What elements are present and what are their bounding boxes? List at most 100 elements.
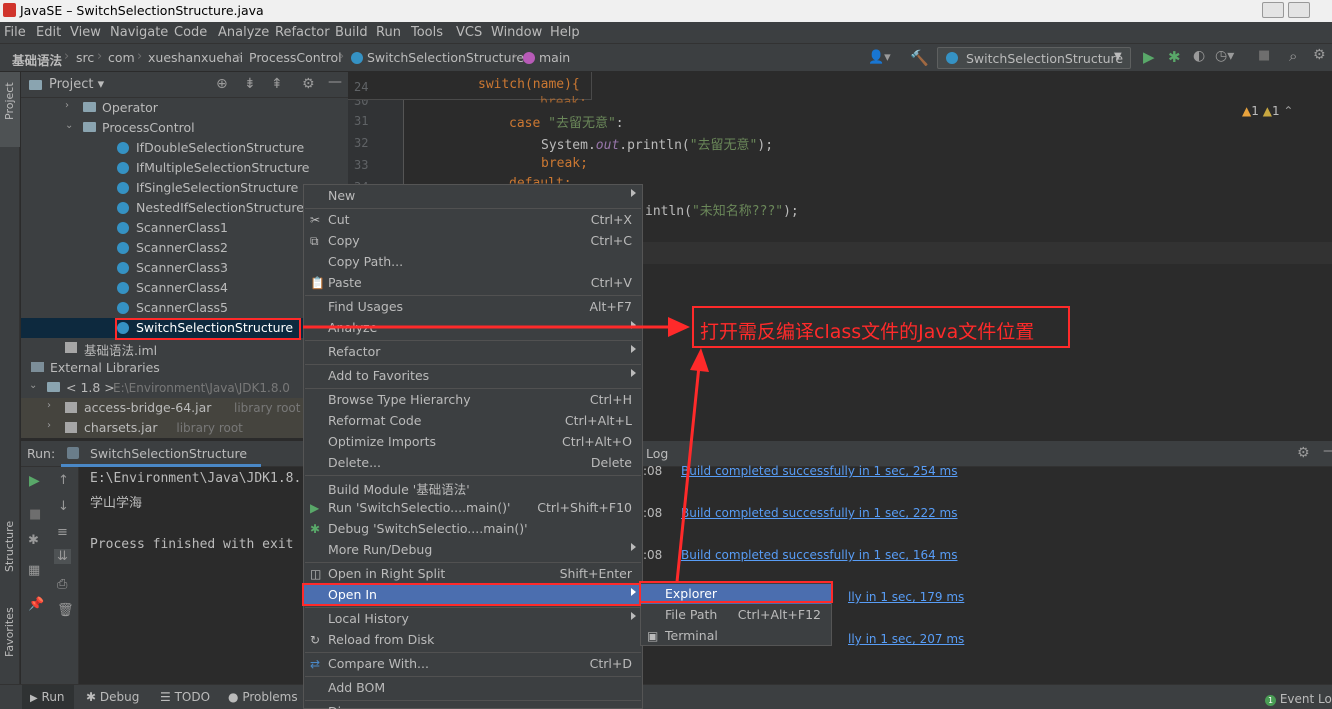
tree-item[interactable]: 基础语法.iml (21, 338, 348, 358)
menu-item-cut[interactable]: ✂ Cut Ctrl+X (304, 210, 642, 230)
breadcrumb-processcontrol[interactable]: ProcessControl (249, 50, 342, 65)
menu-item-more-run-debug[interactable]: More Run/Debug (304, 540, 642, 560)
tree-item[interactable]: ⌄ ProcessControl (21, 118, 348, 138)
build-log-link[interactable]: Build completed successfully in 1 sec, 2… (681, 506, 958, 520)
menu-tools[interactable]: Tools (411, 25, 443, 40)
menu-run[interactable]: Run (376, 25, 401, 40)
favorites-tool-label[interactable]: Favorites (3, 607, 16, 657)
profile-icon[interactable]: ◷▾ (1215, 48, 1234, 64)
menu-item-find-usages[interactable]: Find Usages Alt+F7 (304, 297, 642, 317)
tree-item[interactable]: NestedIfSelectionStructure (21, 198, 348, 218)
menu-refactor[interactable]: Refactor (275, 25, 330, 40)
tree-item[interactable]: ScannerClass3 (21, 258, 348, 278)
stop-icon[interactable]: ■ (1258, 48, 1270, 63)
scroll-to-end-icon[interactable]: ⇊ (54, 549, 71, 564)
tree-item[interactable]: IfDoubleSelectionStructure (21, 138, 348, 158)
tree-item[interactable]: › Operator (21, 98, 348, 118)
layout-icon[interactable]: ▦ (28, 563, 40, 578)
user-icon[interactable]: 👤▾ (868, 50, 891, 65)
tree-item[interactable]: ScannerClass4 (21, 278, 348, 298)
scroll-up-icon[interactable]: ↑ (58, 473, 69, 488)
debug-small-icon[interactable]: ✱ (28, 533, 39, 548)
menu-item-copy-path[interactable]: Copy Path... (304, 252, 642, 272)
event-log-button[interactable]: 1 Event Log (1265, 692, 1332, 706)
breadcrumb-project[interactable]: 基础语法 (12, 50, 62, 69)
tree-item[interactable]: › charsets.jar library root (21, 418, 348, 438)
run-tab[interactable]: SwitchSelectionStructure (61, 441, 261, 467)
run-hide-icon[interactable]: — (1323, 443, 1332, 459)
bottom-tab-problems[interactable]: ● Problems (228, 690, 298, 704)
tree-item[interactable]: ⌄ < 1.8 > E:\Environment\Java\JDK1.8.0 (21, 378, 348, 398)
coverage-icon[interactable]: ◐ (1193, 48, 1205, 64)
tree-expand-icon[interactable]: ⌄ (65, 120, 73, 131)
menu-build[interactable]: Build (335, 25, 368, 40)
menu-item-analyze[interactable]: Analyze (304, 318, 642, 338)
menu-item-reload-from-disk[interactable]: ↻ Reload from Disk (304, 630, 642, 650)
tree-item[interactable]: ScannerClass5 (21, 298, 348, 318)
menu-item-run-switchselectio-main[interactable]: ▶ Run 'SwitchSelectio....main()' Ctrl+Shif… (304, 498, 642, 518)
hide-panel-icon[interactable]: — (328, 74, 342, 90)
tree-item[interactable]: IfSingleSelectionStructure (21, 178, 348, 198)
menu-item-di[interactable]: Di (304, 702, 642, 709)
stop-run-icon[interactable]: ■ (29, 507, 41, 522)
inspection-widget[interactable]: ▲1 ▲1 ⌃ (1242, 104, 1293, 118)
tree-expand-icon[interactable]: › (47, 420, 51, 431)
bottom-tab-debug[interactable]: ✱ Debug (86, 690, 139, 704)
build-log-link[interactable]: Build completed successfully in 1 sec, 1… (681, 548, 958, 562)
menu-item-optimize-imports[interactable]: Optimize Imports Ctrl+Alt+O (304, 432, 642, 452)
menu-edit[interactable]: Edit (36, 25, 61, 40)
build-log-link[interactable]: Build completed successfully in 1 sec, 2… (681, 464, 958, 478)
menu-item-browse-type-hierarchy[interactable]: Browse Type Hierarchy Ctrl+H (304, 390, 642, 410)
breadcrumb-class[interactable]: SwitchSelectionStructure (351, 50, 524, 65)
run-icon[interactable]: ▶ (1143, 48, 1155, 66)
breadcrumb-com[interactable]: com (108, 50, 135, 65)
menu-window[interactable]: Window (491, 25, 542, 40)
pin-icon[interactable]: 📌 (28, 597, 44, 612)
tree-expand-icon[interactable]: › (47, 400, 51, 411)
submenu-item-terminal[interactable]: ▣ Terminal (641, 626, 831, 646)
locate-icon[interactable]: ⊕ (216, 76, 228, 92)
menu-analyze[interactable]: Analyze (218, 25, 269, 40)
bottom-tab-todo[interactable]: ☰ TODO (160, 690, 210, 704)
menu-item-new[interactable]: New (304, 186, 642, 206)
run-settings-icon[interactable]: ⚙ (1297, 445, 1310, 461)
build-log-link[interactable]: lly in 1 sec, 207 ms (848, 632, 964, 646)
build-log-link[interactable]: lly in 1 sec, 179 ms (848, 590, 964, 604)
tree-item[interactable]: ScannerClass2 (21, 238, 348, 258)
submenu-item-file-path[interactable]: File Path Ctrl+Alt+F12 (641, 605, 831, 625)
menu-code[interactable]: Code (174, 25, 207, 40)
gear-icon[interactable]: ⚙ (302, 76, 315, 92)
menu-item-build-module[interactable]: Build Module '基础语法' (304, 477, 642, 497)
maximize-button[interactable] (1288, 2, 1310, 18)
menu-item-paste[interactable]: 📋 Paste Ctrl+V (304, 273, 642, 293)
menu-item-reformat-code[interactable]: Reformat Code Ctrl+Alt+L (304, 411, 642, 431)
menu-vcs[interactable]: VCS (456, 25, 482, 40)
soft-wrap-icon[interactable]: ≡ (57, 525, 68, 540)
project-panel-title[interactable]: Project ▾ (49, 77, 104, 92)
tree-item[interactable]: › access-bridge-64.jar library root (21, 398, 348, 418)
menu-file[interactable]: File (4, 25, 26, 40)
menu-item-delete[interactable]: Delete... Delete (304, 453, 642, 473)
menu-item-add-bom[interactable]: Add BOM (304, 678, 642, 698)
menu-item-add-to-favorites[interactable]: Add to Favorites (304, 366, 642, 386)
scroll-down-icon[interactable]: ↓ (58, 499, 69, 514)
breadcrumb-method[interactable]: main (523, 50, 570, 65)
settings-icon[interactable]: ⚙ (1313, 47, 1326, 63)
tree-item[interactable]: ScannerClass1 (21, 218, 348, 238)
menu-item-debug-switchselectio-main[interactable]: ✱ Debug 'SwitchSelectio....main()' (304, 519, 642, 539)
bottom-tab-run[interactable]: ▶ Run (30, 690, 65, 704)
menu-item-copy[interactable]: ⧉ Copy Ctrl+C (304, 231, 642, 251)
structure-tool-label[interactable]: Structure (3, 521, 16, 572)
debug-icon[interactable]: ✱ (1168, 48, 1181, 66)
tree-expand-icon[interactable]: ⌄ (29, 380, 37, 391)
tree-expand-icon[interactable]: › (65, 100, 69, 111)
minimize-button[interactable] (1262, 2, 1284, 18)
rerun-icon[interactable]: ▶ (29, 473, 40, 489)
menu-item-local-history[interactable]: Local History (304, 609, 642, 629)
project-tool-label[interactable]: Project (3, 82, 16, 120)
collapse-all-icon[interactable]: ⇞ (271, 76, 283, 92)
menu-help[interactable]: Help (550, 25, 580, 40)
trash-icon[interactable]: 🗑 (57, 603, 74, 618)
menu-item-compare-with[interactable]: ⇄ Compare With... Ctrl+D (304, 654, 642, 674)
breadcrumb-src[interactable]: src (76, 50, 94, 65)
